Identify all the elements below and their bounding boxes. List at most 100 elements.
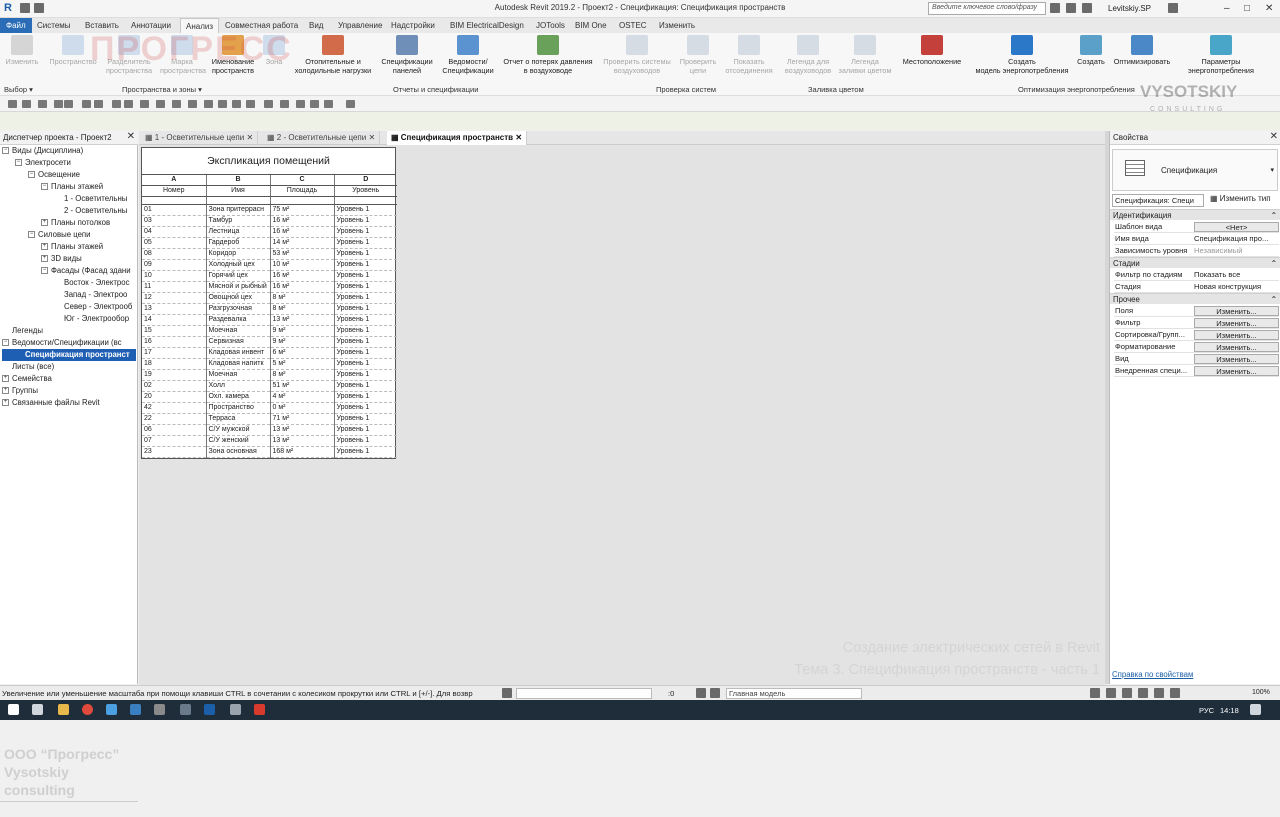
schedule-table[interactable]: Экспликация помещений A B C D Номер Имя Площад… (141, 147, 397, 460)
schedule-cell[interactable]: Уровень 1 (334, 325, 397, 338)
schedule-cell[interactable]: 10 (142, 270, 207, 283)
toolbar-tool-icon[interactable] (204, 100, 213, 108)
schedule-cell[interactable]: Овощной цех (206, 292, 271, 305)
schedule-cell[interactable]: 42 (142, 402, 207, 415)
schedule-cell[interactable]: Моечная (206, 369, 271, 382)
schedule-cell[interactable]: Уровень 1 (334, 314, 397, 327)
schedule-cell[interactable]: 71 м² (270, 413, 335, 426)
table-row[interactable]: 08 Коридор 53 м² Уровень 1 (142, 248, 397, 261)
table-row[interactable]: 05 Гардероб 14 м² Уровень 1 (142, 237, 397, 250)
schedule-cell[interactable]: 168 м² (270, 446, 335, 459)
schedule-cell[interactable]: Имя (206, 185, 271, 198)
select-links-icon[interactable] (1090, 688, 1100, 698)
tree-toggle-icon[interactable]: − (15, 159, 22, 167)
schedule-cell[interactable]: Уровень 1 (334, 259, 397, 272)
close-icon[interactable]: ✕ (1270, 131, 1278, 142)
task-view-icon[interactable] (32, 704, 43, 715)
ribbon-button[interactable]: Местоположение (896, 35, 968, 66)
user-account[interactable]: Levitskiy.SP (1108, 4, 1151, 13)
property-row[interactable]: Поля Изменить... (1114, 305, 1279, 317)
close-icon[interactable]: ✕ (127, 131, 135, 142)
editing-requests-icon[interactable] (696, 688, 706, 698)
toolbar-tool-icon[interactable] (218, 100, 227, 108)
browser-node[interactable]: − Виды (Дисциплина) (2, 145, 136, 157)
property-row[interactable]: Зависимость уровня Независимый (1114, 245, 1279, 257)
property-edit-button[interactable]: Изменить... (1194, 318, 1279, 328)
instance-selector[interactable]: Спецификация: Специ (1112, 194, 1204, 207)
schedule-cell[interactable]: Уровень 1 (334, 358, 397, 371)
table-row[interactable]: 15 Моечная 9 м² Уровень 1 (142, 325, 397, 338)
table-row[interactable]: 10 Горячий цех 16 м² Уровень 1 (142, 270, 397, 283)
schedule-cell[interactable]: 09 (142, 259, 207, 272)
schedule-cell[interactable]: 6 м² (270, 347, 335, 360)
property-row[interactable]: Стадия Новая конструкция (1114, 281, 1279, 293)
property-edit-button[interactable]: Изменить... (1194, 342, 1279, 352)
property-value[interactable]: Независимый (1194, 245, 1279, 257)
browser-node[interactable]: − Фасады (Фасад здани (2, 265, 136, 277)
schedule-cell[interactable]: Уровень 1 (334, 413, 397, 426)
property-edit-button[interactable]: Изменить... (1194, 306, 1279, 316)
schedule-cell[interactable]: Уровень 1 (334, 391, 397, 404)
schedule-cell[interactable]: Пространство (206, 402, 271, 415)
property-value[interactable]: Показать все (1194, 269, 1279, 281)
view-canvas[interactable]: Экспликация помещений A B C D Номер Имя Площад… (139, 145, 1105, 685)
toolbar-tool-icon[interactable] (140, 100, 149, 108)
column-letter-row[interactable]: ABCD (142, 175, 397, 187)
schedule-cell[interactable]: Коридор (206, 248, 271, 261)
chrome-icon[interactable] (82, 704, 93, 715)
menu-tab[interactable]: BIM One (570, 18, 612, 33)
schedule-cell[interactable]: Кладовая инвент (206, 347, 271, 360)
menu-tab[interactable]: Системы (32, 18, 76, 33)
schedule-cell[interactable]: Зона основная (206, 446, 271, 459)
property-row[interactable]: Сортировка/Групп... Изменить... (1114, 329, 1279, 341)
table-row[interactable]: 06 С/У мужской 13 м² Уровень 1 (142, 424, 397, 437)
table-row[interactable]: 19 Моечная 8 м² Уровень 1 (142, 369, 397, 382)
toolbar-tool-icon[interactable] (94, 100, 103, 108)
schedule-cell[interactable]: 13 м² (270, 435, 335, 448)
subscription-icon[interactable] (1066, 3, 1076, 13)
document-tab[interactable]: ▦ 2 - Осветительные цепи ✕ (263, 131, 381, 145)
table-row[interactable]: 07 С/У женский 13 м² Уровень 1 (142, 435, 397, 448)
app-icon[interactable] (230, 704, 241, 715)
schedule-cell[interactable]: 10 м² (270, 259, 335, 272)
schedule-cell[interactable]: Уровень 1 (334, 226, 397, 239)
clock[interactable]: 14:18 (1220, 706, 1239, 715)
schedule-cell[interactable]: 01 (142, 204, 207, 217)
toolbar-tool-icon[interactable] (54, 100, 63, 108)
property-row[interactable]: Внедренная специ... Изменить... (1114, 365, 1279, 377)
windows-start-icon[interactable] (8, 704, 19, 715)
browser-node[interactable]: − Планы этажей (2, 181, 136, 193)
browser-node[interactable]: − Освещение (2, 169, 136, 181)
schedule-cell[interactable]: 08 (142, 248, 207, 261)
schedule-cell[interactable]: 13 (142, 303, 207, 316)
browser-node[interactable]: Восток - Электрос (2, 277, 136, 289)
toolbar-tool-icon[interactable] (38, 100, 47, 108)
select-pinned-icon[interactable] (1122, 688, 1132, 698)
schedule-cell[interactable]: Уровень 1 (334, 347, 397, 360)
tree-toggle-icon[interactable]: − (41, 267, 48, 275)
ribbon-button[interactable]: Ведомости/Спецификации (440, 35, 496, 75)
property-row[interactable]: Фильтр по стадиям Показать все (1114, 269, 1279, 281)
collapse-icon[interactable]: ⌃ (1270, 258, 1277, 269)
schedule-cell[interactable]: 4 м² (270, 391, 335, 404)
schedule-cell[interactable]: 13 м² (270, 424, 335, 437)
schedule-cell[interactable]: Гардероб (206, 237, 271, 250)
browser-node[interactable]: Юг - Электрообор (2, 313, 136, 325)
schedule-cell[interactable]: Уровень 1 (334, 336, 397, 349)
ribbon-button[interactable]: Отопительные и холодильные нагрузки (288, 35, 378, 75)
ribbon-panel-title[interactable]: Пространства и зоны ▾ (122, 85, 202, 94)
browser-node[interactable]: Север - Электрооб (2, 301, 136, 313)
schedule-cell[interactable]: Зона притеррасн (206, 204, 271, 217)
table-row[interactable]: 17 Кладовая инвент 6 м² Уровень 1 (142, 347, 397, 360)
properties-section-header[interactable]: Идентификация ⌃ (1110, 209, 1280, 220)
toolbar-tool-icon[interactable] (64, 100, 73, 108)
table-row[interactable]: 11 Мясной и рыбный 16 м² Уровень 1 (142, 281, 397, 294)
minimize-button[interactable]: – (1224, 3, 1230, 14)
ribbon-button[interactable]: Параметры энергопотребления (1178, 35, 1264, 75)
menu-tab[interactable]: Файл (0, 18, 32, 33)
schedule-cell[interactable]: D (334, 175, 397, 187)
menu-tab[interactable]: Вид (304, 18, 328, 33)
browser-node[interactable]: − Ведомости/Спецификации (вс (2, 337, 136, 349)
app-icon[interactable] (106, 704, 117, 715)
table-row[interactable]: 04 Лестница 16 м² Уровень 1 (142, 226, 397, 239)
